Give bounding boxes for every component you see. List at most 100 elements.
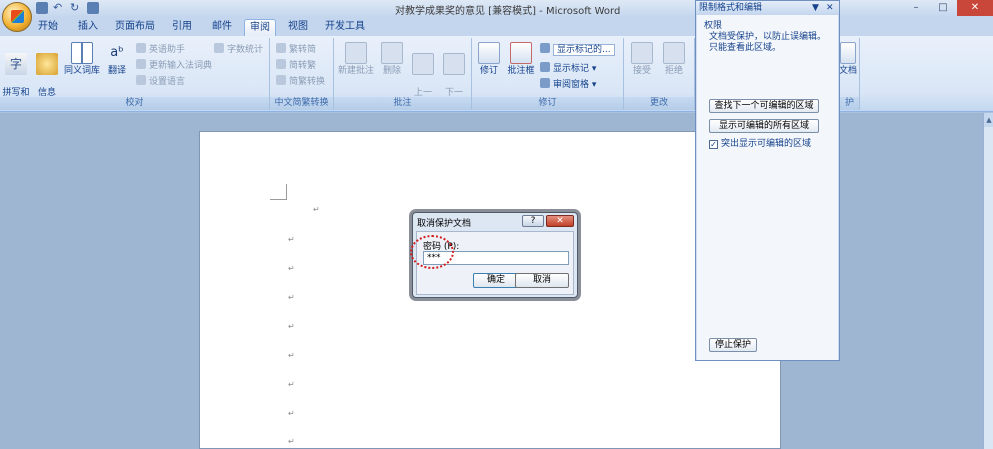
update-ime-label: 更新输入法词典 — [149, 61, 213, 71]
tab-view[interactable]: 视图 — [282, 19, 314, 36]
trad-to-simp-button[interactable]: 繁转简 — [276, 43, 316, 56]
checkbox-checked-icon[interactable]: ✓ — [709, 140, 718, 149]
chinese-convert-label: 简繁转换 — [289, 77, 326, 87]
paragraph-mark: ↵ — [313, 205, 320, 214]
trad-to-simp-label: 繁转简 — [289, 45, 317, 55]
protect-document-icon — [840, 42, 856, 64]
show-markup-icon — [540, 62, 550, 72]
tab-home[interactable]: 开始 — [32, 19, 64, 36]
word-count-label: 字数统计 — [227, 45, 264, 55]
word-count-button[interactable]: 字数统计 — [214, 43, 263, 56]
scroll-up-icon[interactable]: ▲ — [984, 113, 993, 127]
tab-mailings[interactable]: 邮件 — [206, 19, 238, 36]
thesaurus-icon — [71, 42, 93, 64]
ok-button[interactable]: 确定 — [473, 273, 519, 288]
paragraph-mark: ↵ — [288, 235, 295, 244]
show-markup-label: 显示标记 — [553, 64, 590, 74]
balloons-button[interactable]: 批注框 — [504, 42, 538, 77]
translate-icon: aᵇ — [110, 45, 124, 60]
thesaurus-label: 同义词库 — [63, 66, 100, 76]
delete-comment-label: 删除 — [382, 66, 401, 76]
group-label-tracking: 修订 — [472, 97, 623, 110]
highlight-annotation — [410, 235, 454, 269]
new-comment-icon — [345, 42, 367, 64]
translate-button[interactable]: aᵇ 翻译 — [104, 42, 130, 77]
pane-body: 权限 文档受保护，以防止误编辑。只能查看此区域。 查找下一个可编辑的区域 显示可… — [697, 15, 838, 360]
tab-review[interactable]: 审阅 — [244, 19, 276, 36]
undo-icon[interactable]: ↶ — [53, 2, 65, 14]
chinese-convert-icon — [276, 75, 286, 85]
highlight-editable-checkbox[interactable]: ✓ 突出显示可编辑的区域 — [709, 136, 811, 149]
pane-title: 限制格式和编辑 — [699, 3, 763, 13]
dialog-close-icon[interactable]: ✕ — [546, 215, 574, 227]
find-next-editable-button[interactable]: 查找下一个可编辑的区域 — [709, 99, 819, 113]
reject-change-button[interactable]: 拒绝 — [660, 42, 688, 77]
pane-section-permissions: 权限 — [704, 21, 723, 31]
accept-icon — [631, 42, 653, 64]
delete-comment-icon — [381, 42, 403, 64]
pane-description: 文档受保护，以防止误编辑。只能查看此区域。 — [709, 32, 827, 53]
maximize-button[interactable]: □ — [930, 0, 956, 16]
simp-to-trad-button[interactable]: 简转繁 — [276, 59, 316, 72]
reject-label: 拒绝 — [664, 66, 683, 76]
stop-protection-button[interactable]: 停止保护 — [709, 338, 757, 352]
word-count-icon — [214, 43, 224, 53]
group-chinese-conversion: 繁转简 简转繁 简繁转换 中文简繁转换 — [270, 38, 334, 110]
ribbon-tabs: 开始 插入 页面布局 引用 邮件 审阅 视图 开发工具 — [0, 17, 993, 36]
english-assistant-button[interactable]: 英语助手 — [136, 43, 185, 56]
group-label-chinese: 中文简繁转换 — [270, 97, 333, 110]
show-markup-button[interactable]: 显示标记 ▾ — [540, 62, 596, 75]
reviewing-pane-label: 审阅窗格 — [553, 80, 590, 90]
paragraph-mark: ↵ — [288, 322, 295, 331]
group-comments: 新建批注 删除 上一 条 下一 条 批注 — [334, 38, 472, 110]
thesaurus-button[interactable]: 同义词库 — [62, 42, 102, 77]
restrict-editing-pane: 限制格式和编辑 ▼ ✕ 权限 文档受保护，以防止误编辑。只能查看此区域。 查找下… — [695, 0, 840, 361]
group-label-comments: 批注 — [334, 97, 471, 110]
pane-options-icon[interactable]: ▼ — [812, 1, 819, 15]
display-for-review-dropdown[interactable]: 显示标记的... — [540, 43, 615, 56]
track-changes-button[interactable]: 修订 — [476, 42, 502, 77]
track-changes-label: 修订 — [479, 66, 498, 76]
tab-references[interactable]: 引用 — [166, 19, 198, 36]
accept-change-button[interactable]: 接受 — [628, 42, 656, 77]
paragraph-mark: ↵ — [288, 409, 295, 418]
english-assistant-icon — [136, 43, 146, 53]
window-title: 对教学成果奖的意见 [兼容模式] - Microsoft Word — [395, 6, 621, 17]
help-icon[interactable]: ? — [522, 215, 544, 227]
track-changes-icon — [478, 42, 500, 64]
chinese-convert-button[interactable]: 简繁转换 — [276, 75, 325, 88]
customize-icon[interactable] — [87, 2, 99, 14]
save-icon[interactable] — [36, 2, 48, 14]
tab-developer[interactable]: 开发工具 — [322, 19, 368, 36]
reviewing-pane-button[interactable]: 审阅窗格 ▾ — [540, 78, 596, 91]
english-assistant-label: 英语助手 — [149, 45, 186, 55]
protect-document-label: 文档 — [838, 66, 857, 76]
tab-insert[interactable]: 插入 — [72, 19, 104, 36]
close-button[interactable]: ✕ — [957, 0, 993, 16]
accept-label: 接受 — [632, 66, 651, 76]
minimize-button[interactable]: – — [903, 0, 929, 16]
new-comment-button[interactable]: 新建批注 — [336, 42, 376, 77]
tab-page-layout[interactable]: 页面布局 — [112, 19, 158, 36]
show-all-editable-button[interactable]: 显示可编辑的所有区域 — [709, 119, 819, 133]
group-label-changes: 更改 — [624, 97, 694, 110]
set-language-label: 设置语言 — [149, 77, 186, 87]
quick-access-toolbar: ↶ ↻ — [36, 2, 99, 15]
next-comment-icon — [443, 53, 465, 75]
pane-close-icon[interactable]: ✕ — [826, 1, 834, 15]
research-icon — [36, 53, 58, 75]
page-margin-mark — [270, 184, 287, 200]
set-language-button[interactable]: 设置语言 — [136, 75, 185, 88]
redo-icon[interactable]: ↻ — [70, 2, 82, 14]
office-button[interactable] — [2, 2, 32, 32]
previous-comment-icon — [412, 53, 434, 75]
title-bar: ↶ ↻ 对教学成果奖的意见 [兼容模式] - Microsoft Word – … — [0, 0, 993, 17]
group-changes: 接受 拒绝 更改 — [624, 38, 695, 110]
update-ime-button[interactable]: 更新输入法词典 — [136, 59, 212, 72]
delete-comment-button[interactable]: 删除 — [378, 42, 406, 77]
vertical-scrollbar[interactable]: ▲ — [983, 113, 993, 449]
display-review-value: 显示标记的... — [553, 44, 615, 56]
balloons-label: 批注框 — [507, 66, 535, 76]
cancel-button[interactable]: 取消 — [515, 273, 569, 288]
paragraph-mark: ↵ — [288, 293, 295, 302]
